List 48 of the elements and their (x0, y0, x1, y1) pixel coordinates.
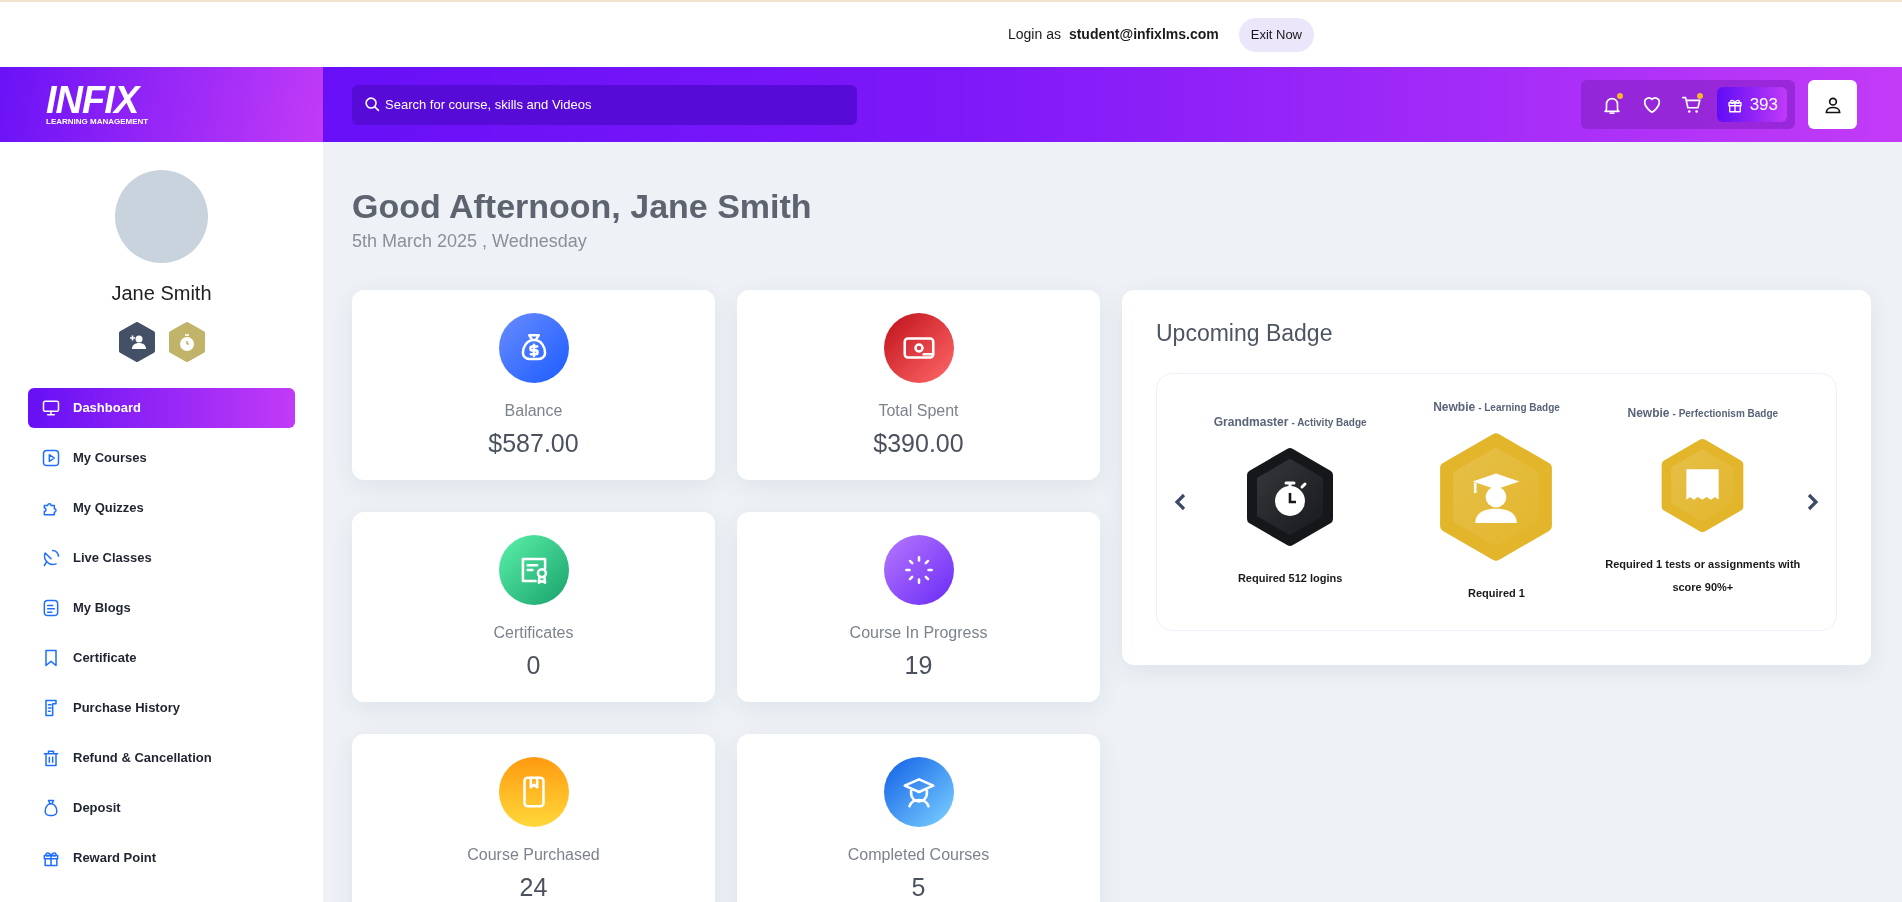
user-button[interactable] (1808, 80, 1857, 129)
sidebar-item[interactable]: My Blogs (28, 588, 295, 628)
stat-value: $390.00 (873, 428, 964, 459)
badge-requirement: Required 1 tests or assignments with score 90%+ (1604, 557, 1802, 595)
stat-label: Balance (504, 401, 563, 421)
badge-title: Newbie - Perfectionism Badge (1627, 405, 1779, 422)
login-label: Login as (1008, 25, 1061, 44)
stat-label: Course In Progress (849, 623, 988, 643)
sidebar-item[interactable]: Live Classes (28, 538, 295, 578)
sidebar-item[interactable]: Purchase History (28, 688, 295, 728)
stat-label: Course Purchased (467, 845, 600, 865)
sidebar-item[interactable]: My Courses (28, 438, 295, 478)
sidebar-item[interactable]: Reward Point (28, 838, 295, 878)
sidebar-item[interactable]: Refund & Cancellation (28, 738, 295, 778)
user-email: student@infixlms.com (1068, 25, 1219, 44)
badge-title: Newbie - Learning Badge (1433, 399, 1560, 416)
monitor-icon (41, 398, 61, 418)
greeting-title: Good Afternoon, Jane Smith (352, 186, 813, 226)
badge-requirement: Required 512 logins (1237, 571, 1343, 586)
section-title: Upcoming Badge (1156, 319, 1334, 348)
badge-requirement: Required 1 (1468, 586, 1525, 601)
play-icon (41, 448, 61, 468)
note-icon (41, 598, 61, 618)
sidebar-item[interactable]: My Quizzes (28, 488, 295, 528)
stat-value: 24 (519, 872, 548, 902)
stat-label: Certificates (493, 623, 574, 643)
stat-label: Total Spent (878, 401, 959, 421)
sidebar-item[interactable]: Deposit (28, 788, 295, 828)
stat-value: 5 (911, 872, 926, 902)
stopwatch-badge-icon (166, 322, 207, 362)
trash-icon (41, 748, 61, 768)
bag-icon (41, 798, 61, 818)
reward-points-button[interactable]: 393 (1716, 87, 1787, 122)
search-field[interactable]: Search for course, skills and Videos (352, 84, 857, 125)
sidebar-item[interactable]: Certificate (28, 638, 295, 678)
infix-logo[interactable]: INFIX LEARNING MANAGEMENT (46, 82, 149, 127)
stat-label: Completed Courses (847, 845, 990, 865)
stat-value: 0 (526, 650, 541, 681)
user-name: Jane Smith (111, 281, 212, 306)
user-badge-icon (116, 322, 157, 362)
sidebar-item[interactable]: Dashboard (28, 388, 295, 428)
exit-now-button[interactable]: Exit Now (1238, 17, 1314, 52)
search-icon (364, 95, 381, 113)
stat-value: 19 (904, 650, 933, 681)
badge-title: Grandmaster - Activity Badge (1213, 414, 1367, 431)
stat-value: $587.00 (488, 428, 579, 459)
satellite-icon (41, 548, 61, 568)
current-date: 5th March 2025 , Wednesday (352, 230, 588, 253)
